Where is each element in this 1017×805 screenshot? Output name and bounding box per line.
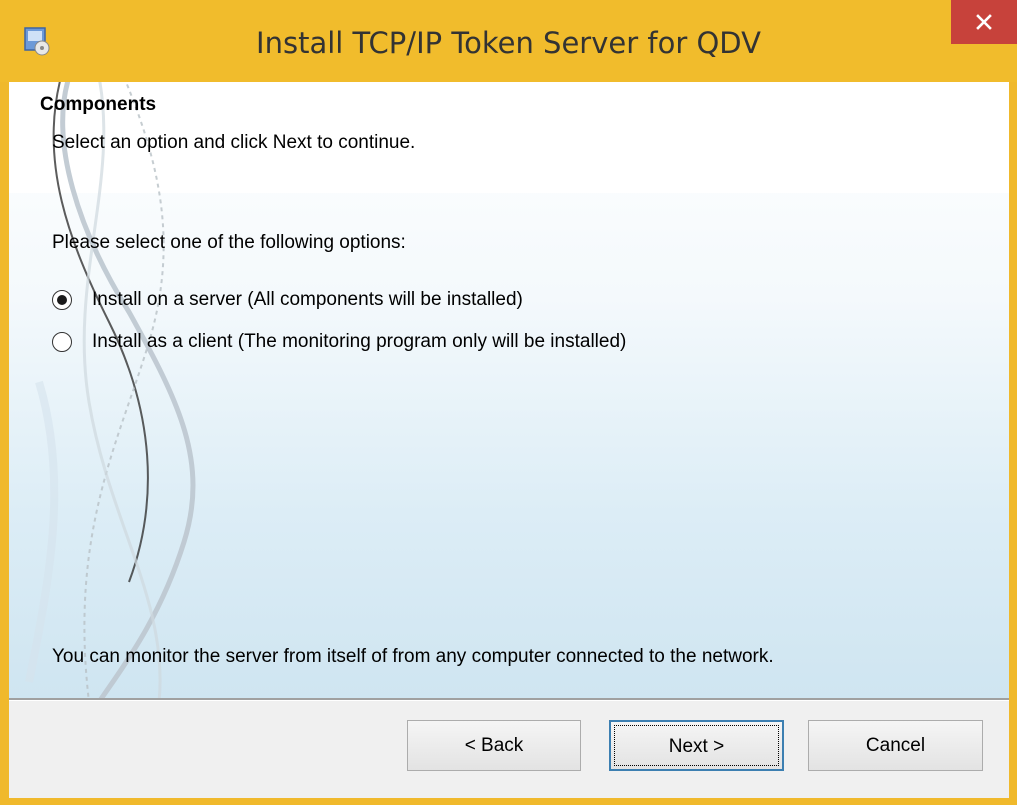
cancel-button[interactable]: Cancel	[808, 720, 983, 771]
dialog-content: Components Select an option and click Ne…	[9, 82, 1009, 798]
radio-button-server[interactable]	[52, 290, 72, 310]
option-label: Install as a client (The monitoring prog…	[92, 331, 627, 352]
back-button[interactable]: < Back	[407, 720, 581, 771]
close-icon	[976, 14, 992, 30]
next-button-label: Next >	[668, 736, 725, 757]
footer-separator	[9, 698, 1009, 701]
radio-button-client[interactable]	[52, 332, 72, 352]
installer-window: Install TCP/IP Token Server for QDV Comp…	[0, 0, 1017, 805]
next-button[interactable]: Next >	[609, 720, 784, 771]
window-title: Install TCP/IP Token Server for QDV	[256, 26, 761, 60]
back-button-label: < Back	[464, 735, 524, 756]
network-note: You can monitor the server from itself o…	[52, 646, 774, 667]
title-bar[interactable]: Install TCP/IP Token Server for QDV	[0, 0, 1017, 82]
wizard-panel: Components Select an option and click Ne…	[9, 82, 1009, 698]
page-heading: Components	[40, 94, 157, 115]
options-prompt: Please select one of the following optio…	[52, 232, 406, 253]
cancel-button-label: Cancel	[865, 735, 926, 756]
page-subheading: Select an option and click Next to conti…	[52, 132, 416, 153]
option-install-client[interactable]: Install as a client (The monitoring prog…	[52, 329, 626, 355]
close-button[interactable]	[951, 0, 1017, 44]
option-label: Install on a server (All components will…	[92, 289, 523, 310]
option-install-server[interactable]: Install on a server (All components will…	[52, 287, 523, 313]
decorative-swoosh	[25, 82, 196, 698]
